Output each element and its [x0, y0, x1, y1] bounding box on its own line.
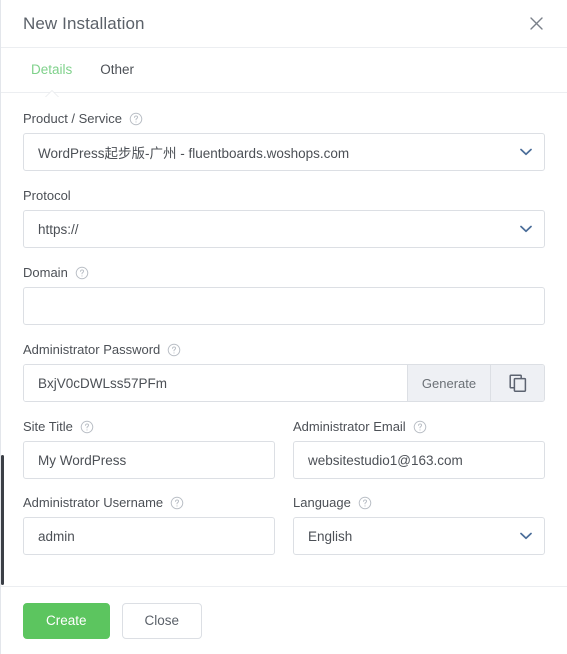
label-administrator-password: Administrator Password — [23, 342, 161, 357]
label-row-domain: Domain — [23, 265, 545, 280]
help-circle-icon[interactable] — [358, 496, 372, 510]
label-row-administrator-username: Administrator Username — [23, 495, 275, 510]
dialog-footer: Create Close — [1, 586, 567, 654]
field-administrator-username: Administrator Username admin — [23, 495, 275, 555]
label-site-title: Site Title — [23, 419, 73, 434]
administrator-username-value: admin — [38, 528, 75, 544]
label-administrator-email: Administrator Email — [293, 419, 406, 434]
field-language: Language English — [293, 495, 545, 555]
label-row-language: Language — [293, 495, 545, 510]
administrator-password-input[interactable]: BxjV0cDWLss57PFm — [24, 365, 407, 401]
administrator-password-value: BxjV0cDWLss57PFm — [38, 375, 168, 391]
language-select[interactable]: English — [293, 517, 545, 555]
label-row-product-service: Product / Service — [23, 111, 545, 126]
field-product-service: Product / Service WordPress起步版-广州 - flue… — [23, 111, 545, 171]
administrator-username-input[interactable]: admin — [23, 517, 275, 555]
chevron-down-icon — [520, 532, 532, 540]
close-icon[interactable] — [523, 11, 549, 37]
site-title-input[interactable]: My WordPress — [23, 441, 275, 479]
vertical-scrollbar-thumb[interactable] — [1, 455, 4, 585]
tab-details[interactable]: Details — [17, 48, 86, 92]
label-row-site-title: Site Title — [23, 419, 275, 434]
chevron-down-icon — [520, 148, 532, 156]
label-row-administrator-email: Administrator Email — [293, 419, 545, 434]
protocol-select[interactable]: https:// — [23, 210, 545, 248]
language-value: English — [308, 528, 353, 544]
close-button[interactable]: Close — [121, 602, 203, 639]
administrator-email-input[interactable]: websitestudio1@163.com — [293, 441, 545, 479]
tab-other[interactable]: Other — [86, 48, 148, 92]
tab-bar: Details Other — [1, 48, 567, 93]
domain-input[interactable] — [23, 287, 545, 325]
help-circle-icon[interactable] — [413, 420, 427, 434]
label-product-service: Product / Service — [23, 111, 122, 126]
help-circle-icon[interactable] — [75, 266, 89, 280]
field-administrator-password: Administrator Password BxjV0cDWLss57PFm … — [23, 342, 545, 402]
product-service-select[interactable]: WordPress起步版-广州 - fluentboards.woshops.c… — [23, 133, 545, 171]
field-protocol: Protocol https:// — [23, 188, 545, 248]
page-title: New Installation — [23, 13, 145, 33]
new-installation-dialog: New Installation Details Other Product /… — [0, 0, 567, 654]
help-circle-icon[interactable] — [167, 343, 181, 357]
site-title-value: My WordPress — [38, 452, 127, 468]
chevron-down-icon — [520, 225, 532, 233]
generate-password-button[interactable]: Generate — [407, 365, 490, 401]
protocol-value: https:// — [38, 221, 79, 237]
copy-icon[interactable] — [490, 365, 544, 401]
field-site-title: Site Title My WordPress — [23, 419, 275, 479]
row-site-title-email: Site Title My WordPress Administrator Em… — [23, 419, 545, 479]
administrator-email-value: websitestudio1@163.com — [308, 452, 463, 468]
row-username-language: Administrator Username admin Language En… — [23, 495, 545, 555]
label-administrator-username: Administrator Username — [23, 495, 164, 510]
administrator-password-group: BxjV0cDWLss57PFm Generate — [23, 364, 545, 402]
product-service-value: WordPress起步版-广州 - fluentboards.woshops.c… — [38, 146, 350, 161]
help-circle-icon[interactable] — [170, 496, 184, 510]
dialog-header: New Installation — [1, 0, 567, 48]
label-row-administrator-password: Administrator Password — [23, 342, 545, 357]
label-protocol: Protocol — [23, 188, 71, 203]
label-language: Language — [293, 495, 351, 510]
label-row-protocol: Protocol — [23, 188, 545, 203]
field-domain: Domain — [23, 265, 545, 325]
help-circle-icon[interactable] — [129, 112, 143, 126]
label-domain: Domain — [23, 265, 68, 280]
field-administrator-email: Administrator Email websitestudio1@163.c… — [293, 419, 545, 479]
dialog-body: Product / Service WordPress起步版-广州 - flue… — [1, 93, 567, 586]
help-circle-icon[interactable] — [80, 420, 94, 434]
create-button[interactable]: Create — [23, 602, 110, 639]
